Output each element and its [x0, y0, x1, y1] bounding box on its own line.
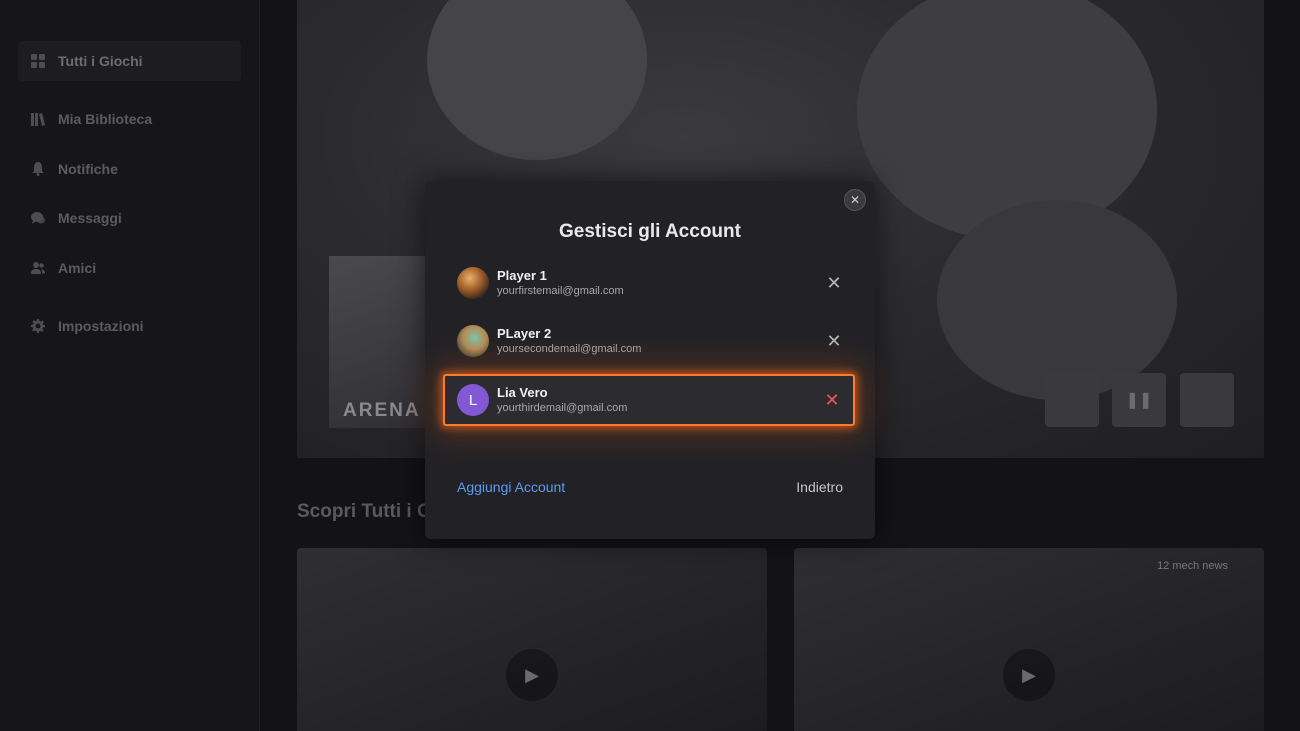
library-icon: [30, 111, 46, 127]
account-name: PLayer 2: [497, 326, 552, 341]
account-row-player-2[interactable]: PLayer 2 yoursecondemail@gmail.com ✕: [445, 316, 855, 366]
pause-icon: ❚❚: [1125, 392, 1153, 409]
close-icon: ✕: [824, 390, 840, 410]
sidebar-item-label: Mia Biblioteca: [58, 111, 153, 127]
sidebar-item-label: Messaggi: [58, 210, 122, 226]
chat-icon: [30, 210, 46, 226]
avatar: [457, 325, 489, 357]
avatar: [457, 267, 489, 299]
sidebar-item-amici[interactable]: Amici: [18, 248, 241, 288]
manage-accounts-modal: ✕ Gestisci gli Account Player 1 yourfirs…: [425, 181, 875, 539]
avatar: L: [457, 384, 489, 416]
video-card[interactable]: 12 mech news ▶: [794, 548, 1264, 731]
sidebar-item-label: Amici: [58, 260, 97, 276]
section-title: Scopri Tutti i Gi: [297, 501, 438, 522]
hero-thumbnail[interactable]: [1180, 373, 1234, 427]
gear-icon: [30, 318, 46, 334]
play-icon[interactable]: ▶: [1003, 649, 1055, 701]
game-logo-text: ARENA: [343, 400, 421, 421]
grid-icon: [30, 53, 46, 69]
remove-account-button[interactable]: ✕: [825, 274, 843, 292]
remove-account-button[interactable]: ✕: [823, 391, 841, 409]
sidebar-item-notifiche[interactable]: Notifiche: [18, 149, 241, 189]
hero-art-shape: [427, 0, 647, 160]
hero-thumbnail[interactable]: [1045, 373, 1099, 427]
sidebar-item-impostazioni[interactable]: Impostazioni: [18, 306, 241, 346]
sidebar-item-tutti-i-giochi[interactable]: Tutti i Giochi: [18, 41, 241, 81]
hero-art-shape: [937, 200, 1177, 400]
modal-title: Gestisci gli Account: [559, 221, 741, 242]
close-icon: ✕: [826, 273, 842, 293]
sidebar: Tutti i Giochi Mia Biblioteca Notifiche …: [0, 0, 260, 731]
close-icon: ✕: [849, 193, 861, 207]
back-button[interactable]: Indietro: [796, 479, 843, 495]
hero-art-shape: [857, 0, 1157, 240]
app-root: Tutti i Giochi Mia Biblioteca Notifiche …: [0, 0, 1300, 731]
account-row-player-1[interactable]: Player 1 yourfirstemail@gmail.com ✕: [445, 258, 855, 308]
play-icon[interactable]: ▶: [506, 649, 558, 701]
account-email: yourthirdemail@gmail.com: [497, 402, 628, 414]
close-button[interactable]: ✕: [844, 189, 866, 211]
news-badge: 12 mech news: [1157, 560, 1228, 572]
account-name: Lia Vero: [497, 385, 548, 400]
friends-icon: [30, 260, 46, 276]
account-email: yoursecondemail@gmail.com: [497, 343, 642, 355]
video-card[interactable]: ▶: [297, 548, 767, 731]
sidebar-item-label: Impostazioni: [58, 318, 144, 334]
pause-button[interactable]: ❚❚: [1112, 373, 1166, 427]
account-name: Player 1: [497, 268, 547, 283]
sidebar-item-label: Notifiche: [58, 161, 118, 177]
account-row-lia-vero[interactable]: L Lia Vero yourthirdemail@gmail.com ✕: [443, 374, 855, 426]
sidebar-item-label: Tutti i Giochi: [58, 53, 143, 69]
account-email: yourfirstemail@gmail.com: [497, 285, 624, 297]
add-account-link[interactable]: Aggiungi Account: [457, 479, 565, 495]
remove-account-button[interactable]: ✕: [825, 332, 843, 350]
sidebar-item-messaggi[interactable]: Messaggi: [18, 198, 241, 238]
close-icon: ✕: [826, 331, 842, 351]
bell-icon: [30, 161, 46, 177]
sidebar-item-mia-biblioteca[interactable]: Mia Biblioteca: [18, 99, 241, 139]
